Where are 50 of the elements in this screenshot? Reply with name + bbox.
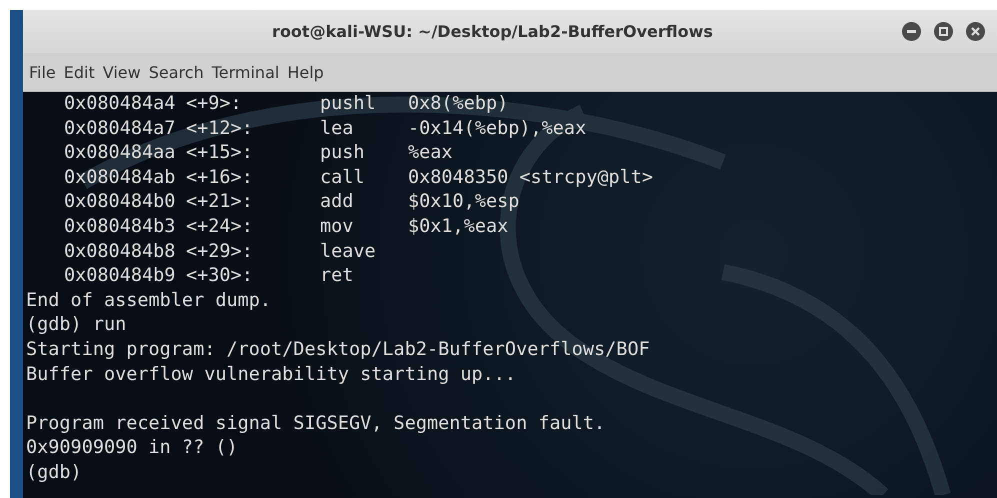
instruction-offset: <+16>: xyxy=(186,166,253,188)
instruction-offset: <+24>: xyxy=(186,216,253,237)
instruction-mnemonic: leave xyxy=(320,240,376,262)
instruction-address: 0x080484ab xyxy=(64,166,176,188)
instruction-address: 0x080484a4 xyxy=(64,93,176,114)
instruction-offset: <+30>: xyxy=(186,265,253,286)
instruction-offset: <+12>: xyxy=(186,118,253,139)
instruction-operand: $0x1,%eax xyxy=(408,214,508,239)
terminal-line: Buffer overflow vulnerability starting up... xyxy=(26,362,516,387)
terminal-line: (gdb) xyxy=(26,460,82,485)
instruction-offset: <+15>: xyxy=(186,142,253,164)
minimize-button[interactable] xyxy=(902,22,921,41)
instruction-operand: 0x8048350 <strcpy@plt> xyxy=(408,166,654,190)
instruction-operand: -0x14(%ebp),%eax xyxy=(408,116,586,141)
terminal-line: 0x90909090 in ?? () xyxy=(26,436,238,460)
maximize-button[interactable] xyxy=(934,22,953,41)
instruction-operand: 0x8(%ebp) xyxy=(408,92,508,116)
instruction-offset: <+9>: xyxy=(186,93,242,114)
instruction-operand: %eax xyxy=(408,141,453,166)
menu-item[interactable]: Terminal xyxy=(208,60,284,84)
instruction-mnemonic: lea xyxy=(320,118,354,139)
instruction-address: 0x080484b8 xyxy=(64,240,176,262)
instruction-mnemonic: ret xyxy=(320,265,354,286)
terminal-line: Program received signal SIGSEGV, Segmentation fault. xyxy=(26,412,606,436)
instruction-mnemonic: pushl xyxy=(320,93,376,114)
instruction-address: 0x080484a7 xyxy=(64,118,176,139)
instruction-offset: <+29>: xyxy=(186,240,253,262)
instruction-mnemonic: push xyxy=(320,142,365,164)
terminal-line: End of assembler dump. xyxy=(26,288,272,313)
instruction-operand: $0x10,%esp xyxy=(408,190,520,214)
menu-item[interactable]: Help xyxy=(283,60,328,84)
menu-item[interactable]: View xyxy=(98,60,145,84)
menu-item[interactable]: Edit xyxy=(60,60,99,84)
terminal-line: Starting program: /root/Desktop/Lab2-BufferOverflows/BOF xyxy=(26,338,650,362)
terminal-line: (gdb) run xyxy=(26,313,126,338)
close-button[interactable] xyxy=(966,22,985,41)
instruction-mnemonic: mov xyxy=(320,216,354,237)
window-title: root@kali-WSU: ~/Desktop/Lab2-BufferOverflows xyxy=(271,22,714,41)
menu-item[interactable]: File xyxy=(25,60,60,84)
close-icon xyxy=(971,27,980,36)
instruction-address: 0x080484aa xyxy=(64,142,176,164)
instruction-mnemonic: add xyxy=(320,191,354,212)
instruction-mnemonic: call xyxy=(320,166,365,188)
instruction-address: 0x080484b3 xyxy=(64,216,176,237)
instruction-address: 0x080484b9 xyxy=(64,265,176,286)
minimize-icon xyxy=(907,30,916,33)
instruction-address: 0x080484b0 xyxy=(64,191,176,212)
instruction-offset: <+21>: xyxy=(186,191,253,212)
maximize-icon xyxy=(939,27,948,36)
menu-item[interactable]: Search xyxy=(144,60,208,84)
